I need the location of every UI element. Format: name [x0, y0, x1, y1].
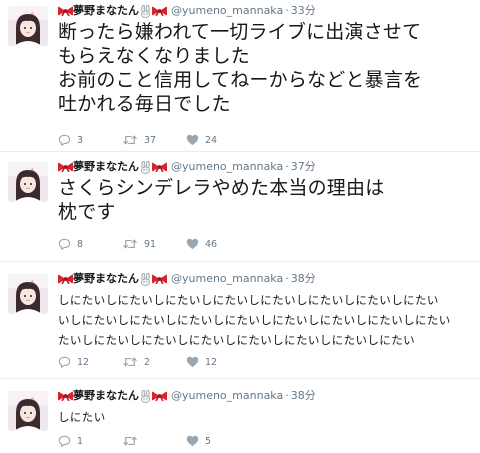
tweet[interactable]: 夢野まなたん @yumeno_mannaka · 33分 断ったら嫌われて一切ラ… [0, 0, 480, 152]
user-handle[interactable]: @yumeno_mannaka [171, 272, 283, 286]
tweet-header: 夢野まなたん @yumeno_mannaka · 33分 [58, 4, 316, 18]
user-handle[interactable]: @yumeno_mannaka [171, 4, 283, 18]
ribbon-icon [58, 5, 73, 17]
tweet-text-line: 吐かれる毎日でした [58, 93, 231, 115]
reply-count: 12 [77, 356, 90, 368]
tweet-text-line: 枕です [58, 201, 116, 223]
reply-count: 8 [77, 238, 84, 250]
timestamp[interactable]: 38分 [291, 272, 316, 286]
display-name-text[interactable]: 夢野まなたん [73, 4, 139, 18]
retweet-icon [122, 435, 138, 447]
tweet-actions: 12 2 12 [58, 356, 246, 368]
separator: · [285, 389, 289, 402]
tweet[interactable]: 夢野まなたん @yumeno_mannaka · 37分 さくらシンデレラやめた… [0, 152, 480, 262]
tweet-text: しにたいしにたいしにたいしにたいしにたいしにたいしにたいしにたい いしにたいしに… [58, 290, 451, 350]
display-name[interactable]: 夢野まなたん [58, 4, 167, 18]
like-icon [186, 435, 199, 447]
rabbit-icon [139, 273, 152, 286]
tweet-text: 断ったら嫌われて一切ライブに出演させて もらえなくなりました お前のこと信用して… [58, 20, 422, 116]
display-name[interactable]: 夢野まなたん [58, 272, 167, 286]
tweet-header: 夢野まなたん @yumeno_mannaka · 37分 [58, 160, 316, 174]
retweet-count: 2 [144, 356, 151, 368]
ribbon-icon [152, 273, 167, 285]
like-button[interactable]: 46 [186, 238, 246, 250]
display-name[interactable]: 夢野まなたん [58, 160, 167, 174]
tweet-actions: 1 5 [58, 435, 246, 447]
avatar[interactable] [8, 162, 48, 202]
like-count: 24 [205, 134, 218, 146]
display-name-text[interactable]: 夢野まなたん [73, 389, 139, 403]
like-count: 46 [205, 238, 218, 250]
separator: · [285, 160, 289, 173]
rabbit-icon [139, 5, 152, 18]
ribbon-icon [152, 5, 167, 17]
retweet-count: 37 [144, 134, 157, 146]
reply-icon [58, 238, 71, 250]
retweet-button[interactable]: 37 [122, 134, 186, 146]
retweet-button[interactable]: 2 [122, 356, 186, 368]
tweet-text: しにたい [58, 407, 106, 427]
user-handle[interactable]: @yumeno_mannaka [171, 389, 283, 403]
timeline: 夢野まなたん @yumeno_mannaka · 33分 断ったら嫌われて一切ラ… [0, 0, 480, 453]
display-name[interactable]: 夢野まなたん [58, 389, 167, 403]
ribbon-icon [58, 390, 73, 402]
avatar[interactable] [8, 6, 48, 46]
tweet-text-line: さくらシンデレラやめた本当の理由は [58, 177, 385, 199]
tweet-text-line: たいしにたいしにたいしにたいしにたいしにたいしにたいしにたい [58, 333, 415, 347]
like-button[interactable]: 12 [186, 356, 246, 368]
reply-count: 3 [77, 134, 84, 146]
like-icon [186, 356, 199, 368]
tweet-text: さくらシンデレラやめた本当の理由は 枕です [58, 176, 384, 224]
tweet[interactable]: 夢野まなたん @yumeno_mannaka · 38分 しにたい 1 5 [0, 379, 480, 453]
tweet-actions: 8 91 46 [58, 238, 246, 250]
tweet-header: 夢野まなたん @yumeno_mannaka · 38分 [58, 272, 316, 286]
like-button[interactable]: 5 [186, 435, 246, 447]
like-button[interactable]: 24 [186, 134, 246, 146]
reply-button[interactable]: 3 [58, 134, 122, 146]
ribbon-icon [152, 161, 167, 173]
reply-icon [58, 356, 71, 368]
tweet-header: 夢野まなたん @yumeno_mannaka · 38分 [58, 389, 316, 403]
tweet-text-line: もらえなくなりました [58, 45, 251, 67]
rabbit-icon [139, 161, 152, 174]
tweet-text-line: 断ったら嫌われて一切ライブに出演させて [58, 21, 422, 43]
retweet-count: 91 [144, 238, 157, 250]
tweet-text-line: しにたい [58, 410, 106, 424]
tweet-text-line: しにたいしにたいしにたいしにたいしにたいしにたいしにたいしにたい [58, 293, 439, 307]
user-handle[interactable]: @yumeno_mannaka [171, 160, 283, 174]
rabbit-icon [139, 390, 152, 403]
display-name-text[interactable]: 夢野まなたん [73, 160, 139, 174]
retweet-icon [122, 356, 138, 368]
retweet-button[interactable] [122, 435, 186, 447]
tweet-text-line: いしにたいしにたいしにたいしにたいしにたいしにたいしにたいしにたい [58, 313, 451, 327]
like-count: 5 [205, 435, 212, 447]
tweet-actions: 3 37 24 [58, 134, 246, 146]
avatar[interactable] [8, 391, 48, 431]
tweet[interactable]: 夢野まなたん @yumeno_mannaka · 38分 しにたいしにたいしにた… [0, 262, 480, 379]
ribbon-icon [152, 390, 167, 402]
retweet-icon [122, 238, 138, 250]
display-name-text[interactable]: 夢野まなたん [73, 272, 139, 286]
like-icon [186, 134, 199, 146]
separator: · [285, 4, 289, 17]
reply-button[interactable]: 8 [58, 238, 122, 250]
timestamp[interactable]: 37分 [291, 160, 316, 174]
reply-count: 1 [77, 435, 84, 447]
retweet-button[interactable]: 91 [122, 238, 186, 250]
tweet-text-line: お前のこと信用してねーからなどと暴言を [58, 69, 423, 91]
reply-icon [58, 134, 71, 146]
like-count: 12 [205, 356, 218, 368]
avatar[interactable] [8, 274, 48, 314]
retweet-icon [122, 134, 138, 146]
separator: · [285, 272, 289, 285]
like-icon [186, 238, 199, 250]
timestamp[interactable]: 38分 [291, 389, 316, 403]
ribbon-icon [58, 161, 73, 173]
reply-button[interactable]: 1 [58, 435, 122, 447]
timestamp[interactable]: 33分 [291, 4, 316, 18]
reply-icon [58, 435, 71, 447]
ribbon-icon [58, 273, 73, 285]
reply-button[interactable]: 12 [58, 356, 122, 368]
